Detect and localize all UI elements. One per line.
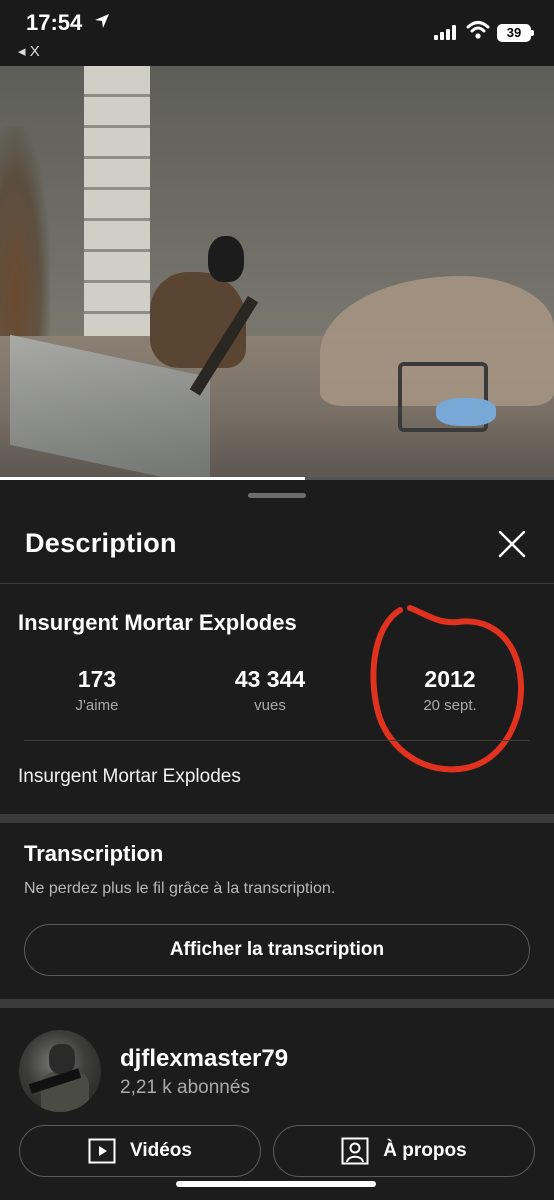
transcription-title: Transcription xyxy=(24,841,164,866)
video-player[interactable] xyxy=(0,66,554,480)
wifi-icon xyxy=(466,21,490,39)
upload-date-stat: 2012 20 sept. xyxy=(375,666,525,714)
views-label: vues xyxy=(254,697,286,714)
drag-handle[interactable] xyxy=(248,493,306,498)
battery-icon: 39 xyxy=(497,24,534,42)
subscriber-count: 2,21 k abonnés xyxy=(120,1077,250,1098)
upload-day-month: 20 sept. xyxy=(423,697,477,714)
section-separator xyxy=(0,999,554,1008)
stats-divider xyxy=(24,740,530,741)
videos-button-label: Vidéos xyxy=(130,1140,192,1161)
views-stat: 43 344 vues xyxy=(195,666,345,714)
about-button[interactable]: À propos xyxy=(273,1125,535,1177)
videos-button[interactable]: Vidéos xyxy=(19,1125,261,1177)
show-transcription-button[interactable]: Afficher la transcription xyxy=(24,924,530,976)
play-square-icon xyxy=(88,1138,116,1164)
sheet-title: Description xyxy=(25,528,177,558)
transcription-subtitle: Ne perdez plus le fil grâce à la transcr… xyxy=(24,880,336,897)
back-to-app-link[interactable]: ◂ X xyxy=(18,42,40,60)
section-separator xyxy=(0,814,554,823)
channel-avatar[interactable] xyxy=(19,1030,101,1112)
close-icon[interactable] xyxy=(496,528,528,560)
about-button-label: À propos xyxy=(383,1140,467,1161)
video-frame-basin xyxy=(436,398,496,426)
status-time: 17:54 xyxy=(26,10,83,35)
location-arrow-icon xyxy=(95,14,109,28)
video-frame-person xyxy=(140,236,250,386)
video-title: Insurgent Mortar Explodes xyxy=(18,610,297,635)
status-bar: 17:54 ◂ X 39 xyxy=(0,0,554,66)
likes-label: J'aime xyxy=(75,697,119,714)
channel-name[interactable]: djflexmaster79 xyxy=(120,1045,288,1073)
home-indicator[interactable] xyxy=(176,1181,376,1187)
cellular-signal-icon xyxy=(434,24,458,40)
upload-year: 2012 xyxy=(424,666,476,692)
likes-stat: 173 J'aime xyxy=(22,666,172,714)
description-text: Insurgent Mortar Explodes xyxy=(18,766,241,787)
header-divider xyxy=(0,583,554,584)
views-count: 43 344 xyxy=(234,666,306,692)
description-sheet: Description Insurgent Mortar Explodes 17… xyxy=(0,480,554,1200)
likes-count: 173 xyxy=(77,666,117,692)
person-card-icon xyxy=(341,1137,369,1165)
